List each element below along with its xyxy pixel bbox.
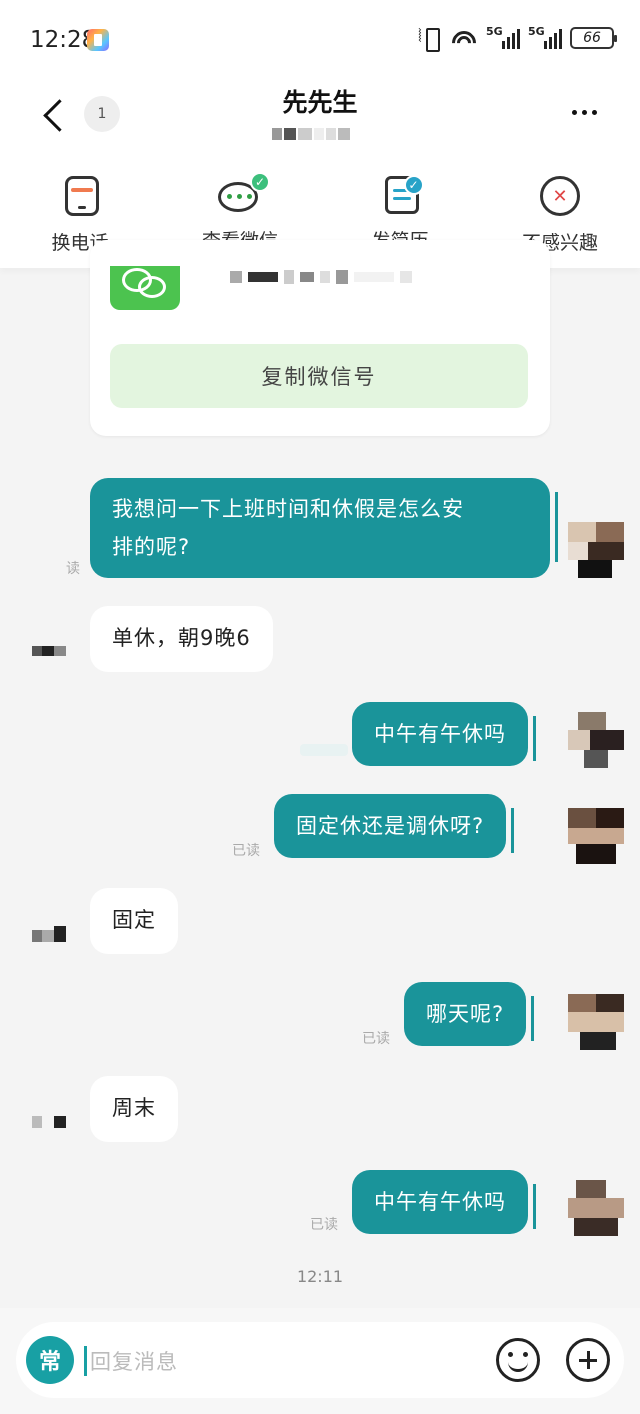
message-outgoing[interactable]: 中午有午休吗 [352, 1170, 536, 1234]
app-notification-icon [87, 29, 109, 51]
resume-icon: ✓ [384, 175, 424, 214]
avatar[interactable] [568, 994, 624, 1050]
wechat-logo-icon [110, 266, 180, 310]
contact-name: 先先生 [282, 88, 358, 117]
read-status: 已读 [232, 843, 260, 859]
network-label: 5G [486, 25, 503, 38]
battery-icon: 66 [570, 27, 617, 49]
wechat-icon: ✓ [218, 172, 270, 214]
message-incoming[interactable]: 单休，朝9晚6 [90, 606, 273, 672]
check-icon: ✓ [403, 175, 424, 195]
check-icon: ✓ [250, 172, 270, 192]
contact-subtitle-redacted [272, 128, 364, 142]
plus-icon[interactable] [566, 1338, 610, 1382]
read-status: 读 [66, 561, 80, 577]
wechat-id-card: 复制微信号 [90, 240, 550, 436]
avatar[interactable] [568, 522, 624, 578]
battery-level: 66 [583, 30, 601, 46]
network-label: 5G [528, 25, 545, 38]
avatar[interactable] [32, 926, 72, 946]
message-input-field[interactable]: 常 回复消息 [16, 1322, 624, 1398]
avatar[interactable] [32, 642, 72, 662]
vibrate-icon [418, 26, 442, 52]
avatar[interactable] [568, 712, 624, 768]
text-cursor [84, 1346, 87, 1376]
avatar[interactable] [32, 1114, 72, 1134]
message-text: 排的呢? [112, 535, 191, 559]
signal-icon: 5G [528, 25, 562, 49]
message-incoming[interactable]: 固定 [90, 888, 178, 954]
wifi-icon [450, 27, 478, 49]
message-incoming[interactable]: 周末 [90, 1076, 178, 1142]
phone-icon [64, 176, 99, 216]
more-options-button[interactable] [568, 100, 600, 124]
chat-header: 1 先先生 [0, 80, 640, 160]
input-placeholder: 回复消息 [90, 1350, 178, 1374]
common-phrases-button[interactable]: 常 [26, 1336, 74, 1384]
status-bar: 12:28 5G 5G 66 [0, 0, 640, 80]
copy-wechat-button[interactable]: 复制微信号 [110, 344, 528, 408]
emoji-icon[interactable] [496, 1338, 540, 1382]
message-outgoing[interactable]: 固定休还是调休呀? [274, 794, 515, 858]
avatar[interactable] [568, 1180, 624, 1236]
message-outgoing[interactable]: 中午有午休吗 [352, 702, 536, 766]
read-status: 已读 [362, 1031, 390, 1047]
read-status: 已读 [310, 1217, 338, 1233]
signal-icon: 5G [486, 25, 520, 49]
avatar[interactable] [568, 808, 624, 864]
message-outgoing[interactable]: 我想问一下上班时间和休假是怎么安 排的呢? [90, 478, 558, 578]
wechat-id-redacted [230, 270, 412, 284]
status-icons: 5G 5G 66 [418, 25, 617, 52]
message-timestamp: 12:11 [296, 1267, 344, 1286]
message-text: 我想问一下上班时间和休假是怎么安 [112, 497, 464, 521]
message-outgoing[interactable]: 哪天呢? [404, 982, 535, 1046]
input-bar: 常 回复消息 [0, 1308, 640, 1414]
not-interested-icon [540, 176, 580, 216]
read-status-blurred [300, 744, 348, 756]
